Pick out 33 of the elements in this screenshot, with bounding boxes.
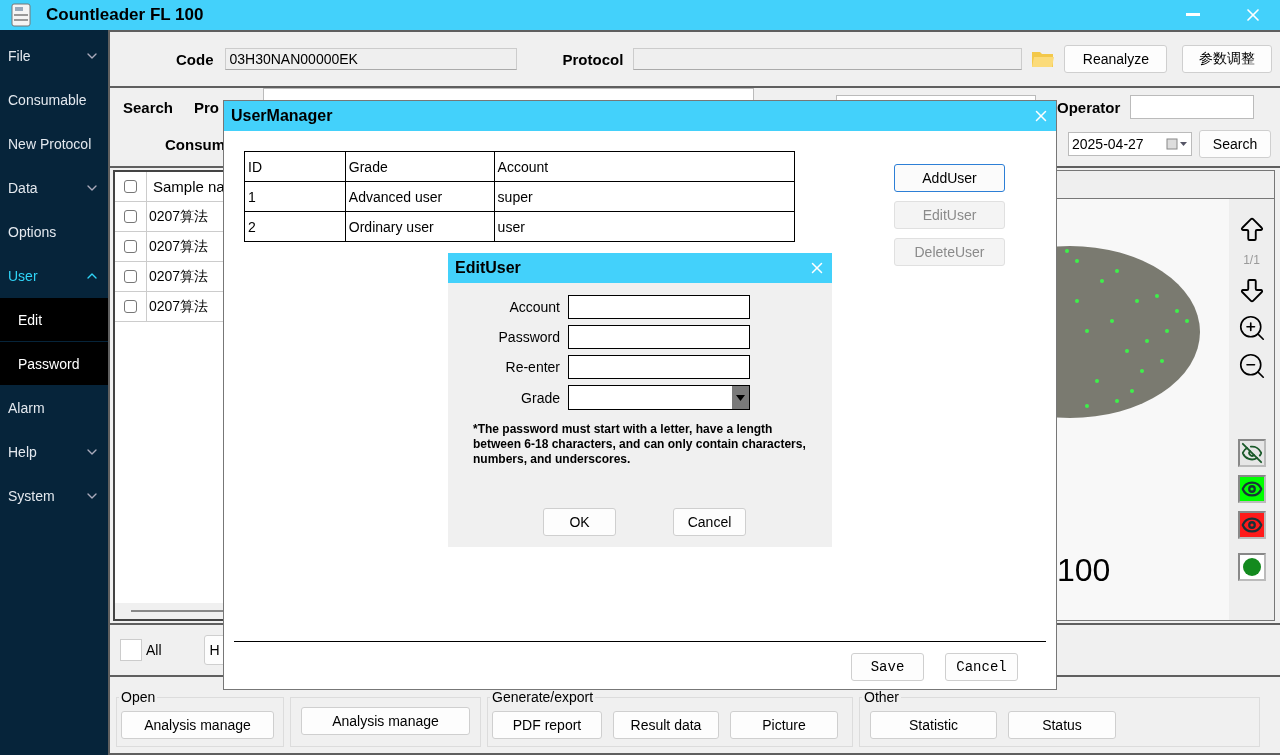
dialog-title: EditUser: [455, 259, 521, 277]
field-label: Pro: [194, 98, 219, 116]
table-cell: super: [494, 181, 795, 212]
field-label: Account: [508, 299, 560, 315]
field-label: Grade: [520, 389, 560, 406]
table-cell: Advanced user: [345, 181, 495, 212]
field-label: Password: [497, 329, 560, 345]
table-cell: 1: [244, 181, 346, 212]
search-title: Search: [123, 98, 175, 116]
column-header: Account: [494, 151, 795, 182]
column-header: Grade: [345, 151, 495, 182]
field-label: Protocol: [562, 50, 624, 68]
table-cell-text: 0207算法: [148, 206, 210, 226]
field-label: Operator: [1057, 98, 1121, 116]
group-title: Generate/export: [491, 689, 595, 705]
checkbox-label: All: [146, 642, 162, 658]
table-cell: Ordinary user: [345, 211, 495, 242]
field-label: Consum: [165, 135, 225, 153]
column-header: ID: [244, 151, 346, 182]
table-cell: 2: [244, 211, 346, 242]
colony-count: 100: [1057, 554, 1112, 586]
table-cell-text: 0207算法: [148, 266, 210, 286]
field-label: Code: [176, 50, 214, 68]
window-title: Countleader FL 100: [46, 5, 204, 25]
field-label: Re-enter: [504, 359, 560, 375]
table-cell-text: 0207算法: [148, 296, 210, 316]
group-title: Other: [863, 689, 900, 705]
table-cell: user: [494, 211, 795, 242]
password-rule-note: *The password must start with a letter, have a length between 6-18 characters, and can only contain characters, numbers, and underscores.: [473, 422, 807, 467]
group-title: Open: [120, 689, 157, 705]
dialog-title: UserManager: [231, 107, 333, 125]
table-cell-text: 0207算法: [148, 236, 210, 256]
page-indicator: 1/1: [1243, 253, 1260, 267]
